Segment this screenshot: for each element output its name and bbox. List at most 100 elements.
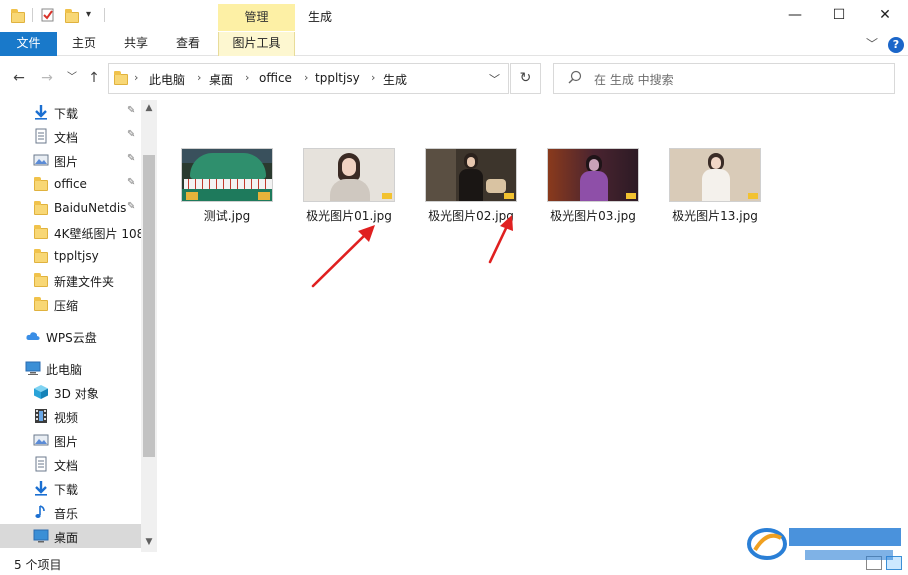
scrollbar-thumb[interactable]	[143, 155, 155, 457]
recent-locations-chevron-icon[interactable]: ﹀	[63, 69, 81, 87]
sidebar-item-label: tppltjsy	[54, 249, 99, 263]
title-divider	[32, 8, 33, 22]
search-box[interactable]: 在 生成 中搜索	[553, 63, 895, 94]
sidebar-item-label: 下载	[54, 483, 79, 497]
pin-icon[interactable]: ✎	[127, 153, 135, 164]
pin-icon[interactable]: ✎	[127, 129, 135, 140]
quick-access-dropdown-icon[interactable]: ▾	[86, 7, 102, 23]
sidebar-item-wps-cloud[interactable]: WPS云盘	[0, 324, 141, 348]
sidebar-item-label: 此电脑	[46, 363, 83, 377]
sidebar-item-office[interactable]: office ✎	[0, 172, 141, 196]
tab-share[interactable]: 共享	[118, 32, 154, 56]
properties-check-icon[interactable]	[40, 7, 56, 23]
breadcrumb-tppltjsy[interactable]: tppltjsy	[315, 71, 360, 85]
breadcrumb-separator[interactable]: ›	[245, 71, 249, 84]
close-button[interactable]: ✕	[862, 0, 908, 30]
scroll-up-icon[interactable]: ▲	[141, 103, 157, 113]
sidebar-item-videos[interactable]: 视频	[0, 404, 141, 428]
window-title: 生成	[308, 10, 333, 24]
folder-icon	[33, 200, 49, 216]
search-input[interactable]: 在 生成 中搜索	[594, 71, 674, 88]
maximize-button[interactable]: ☐	[816, 0, 862, 30]
minimize-button[interactable]: —	[772, 0, 818, 30]
breadcrumb-office[interactable]: office	[259, 71, 292, 85]
document-icon	[35, 128, 47, 144]
ribbon-tab-bar: 文件 主页 共享 查看 图片工具 ﹀ ?	[0, 32, 908, 56]
sidebar-item-downloads-pc[interactable]: 下载	[0, 476, 141, 500]
sidebar-item-this-pc[interactable]: 此电脑	[0, 356, 141, 380]
help-icon[interactable]: ?	[888, 37, 904, 53]
address-dropdown-icon[interactable]: ﹀	[489, 71, 500, 87]
up-arrow-icon[interactable]: ↑	[85, 69, 103, 87]
tab-picture-tools[interactable]: 图片工具	[218, 32, 295, 56]
tab-view[interactable]: 查看	[170, 32, 206, 56]
pictures-icon	[33, 154, 49, 166]
breadcrumb-separator[interactable]: ›	[371, 71, 375, 84]
sidebar-item-label: 文档	[54, 131, 79, 145]
annotation-arrow	[311, 225, 375, 288]
sidebar-item-new-folder[interactable]: 新建文件夹	[0, 268, 141, 292]
forward-arrow-icon[interactable]: →	[38, 69, 56, 87]
annotation-arrow	[488, 215, 513, 264]
sidebar-item-documents[interactable]: 文档 ✎	[0, 124, 141, 148]
item-count: 5 个项目	[14, 558, 62, 572]
back-arrow-icon[interactable]: ←	[10, 69, 28, 87]
refresh-button[interactable]: ↻	[510, 63, 541, 94]
sidebar-item-label: 图片	[54, 435, 79, 449]
sidebar-item-pictures-pc[interactable]: 图片	[0, 428, 141, 452]
computer-icon	[25, 361, 41, 375]
new-folder-icon[interactable]	[64, 7, 80, 23]
folder-icon	[33, 296, 49, 312]
sidebar-item-music[interactable]: 音乐	[0, 500, 141, 524]
sidebar-item-4k-wallpaper[interactable]: 4K壁纸图片 108	[0, 220, 141, 244]
sidebar-item-baidunetdisk[interactable]: BaiduNetdis ✎	[0, 196, 141, 220]
address-bar[interactable]: › 此电脑 › 桌面 › office › tppltjsy › 生成 ﹀	[108, 63, 509, 94]
sidebar-item-label: 3D 对象	[54, 387, 99, 401]
breadcrumb-this-pc[interactable]: 此电脑	[149, 71, 185, 88]
sidebar-item-label: BaiduNetdis	[54, 201, 127, 215]
ribbon-collapse-icon[interactable]: ﹀	[866, 35, 878, 52]
breadcrumb-desktop[interactable]: 桌面	[209, 71, 233, 88]
sidebar-item-label: 桌面	[54, 531, 79, 545]
file-list-view[interactable]: 测试.jpg 极光图片01.jpg 极光图片02.jpg 极光图片03.jpg …	[158, 100, 908, 552]
sidebar-item-3d-objects[interactable]: 3D 对象	[0, 380, 141, 404]
breadcrumb-current[interactable]: 生成	[383, 71, 407, 88]
document-icon	[35, 456, 47, 472]
sidebar-scrollbar[interactable]: ▲ ▼	[141, 100, 157, 552]
cloud-icon	[26, 332, 40, 340]
sidebar-item-tppltjsy[interactable]: tppltjsy	[0, 244, 141, 268]
pin-icon[interactable]: ✎	[127, 105, 135, 116]
video-icon	[35, 409, 47, 423]
pictures-icon	[33, 434, 49, 446]
cube-3d-icon	[34, 385, 48, 399]
breadcrumb-separator[interactable]: ›	[134, 71, 138, 84]
tab-home[interactable]: 主页	[66, 32, 102, 56]
music-note-icon	[35, 505, 45, 518]
breadcrumb-separator[interactable]: ›	[304, 71, 308, 84]
pin-icon[interactable]: ✎	[127, 201, 135, 212]
download-arrow-icon	[35, 481, 47, 496]
search-icon	[568, 70, 582, 84]
navigation-pane: 下载 ✎ 文档 ✎ 图片 ✎ office ✎ BaiduNetdis ✎ 4K…	[0, 100, 157, 552]
breadcrumb-separator[interactable]: ›	[197, 71, 201, 84]
tab-file[interactable]: 文件	[0, 32, 57, 56]
sidebar-item-documents-pc[interactable]: 文档	[0, 452, 141, 476]
sidebar-item-label: 图片	[54, 155, 79, 169]
sidebar-item-label: 文档	[54, 459, 79, 473]
annotation-arrows	[311, 215, 513, 288]
sidebar-item-label: 4K壁纸图片 108	[54, 227, 141, 241]
sidebar-item-compressed[interactable]: 压缩	[0, 292, 141, 316]
title-bar: ▾ 管理 生成 — ☐ ✕	[0, 0, 908, 32]
sidebar-item-desktop[interactable]: 桌面	[0, 524, 141, 548]
folder-icon	[33, 248, 49, 264]
desktop-icon	[33, 529, 49, 543]
scroll-down-icon[interactable]: ▼	[141, 537, 157, 547]
sidebar-item-label: 音乐	[54, 507, 79, 521]
folder-icon	[33, 272, 49, 288]
sidebar-item-label: WPS云盘	[46, 331, 97, 345]
tab-manage[interactable]: 管理	[218, 4, 295, 31]
sidebar-item-pictures[interactable]: 图片 ✎	[0, 148, 141, 172]
navigation-bar: ← → ﹀ ↑ › 此电脑 › 桌面 › office › tppltjsy ›…	[0, 62, 908, 96]
pin-icon[interactable]: ✎	[127, 177, 135, 188]
sidebar-item-downloads[interactable]: 下载 ✎	[0, 100, 141, 124]
